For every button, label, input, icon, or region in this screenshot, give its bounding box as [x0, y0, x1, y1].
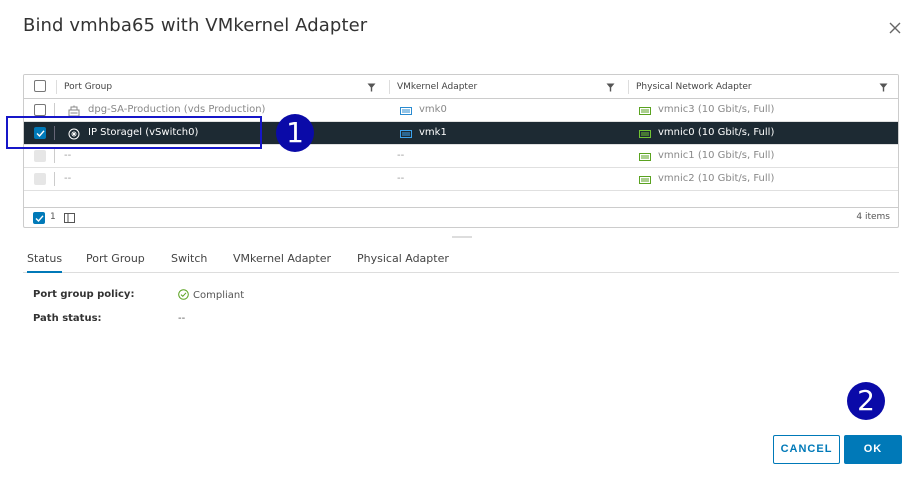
vmkernel-adapter-cell: vmk1 [419, 127, 447, 138]
vmkernel-adapter-icon [400, 104, 412, 116]
filter-icon[interactable] [367, 83, 376, 92]
tab-status[interactable]: Status [27, 252, 63, 273]
physical-nic-icon [639, 104, 651, 116]
physical-nic-icon [639, 150, 651, 162]
tab-switch[interactable]: Switch [171, 252, 207, 273]
column-separator [54, 103, 55, 117]
tab-port-group[interactable]: Port Group [86, 252, 145, 273]
compliant-check-icon [178, 289, 189, 300]
selection-indicator-checkbox[interactable] [33, 212, 45, 224]
port-group-policy-value: Compliant [178, 289, 244, 301]
filter-icon[interactable] [879, 83, 888, 92]
physical-adapter-cell: vmnic2 (10 Gbit/s, Full) [658, 173, 775, 184]
ok-button[interactable]: OK [844, 435, 902, 464]
column-separator[interactable] [389, 80, 390, 94]
close-icon[interactable] [884, 17, 906, 39]
path-status-value: -- [178, 313, 186, 324]
physical-adapter-cell: vmnic0 (10 Gbit/s, Full) [658, 127, 775, 138]
adapter-grid: Port Group VMkernel Adapter Physical Net… [23, 74, 899, 228]
cancel-button[interactable]: CANCEL [773, 435, 840, 464]
physical-nic-icon [639, 127, 651, 139]
compliance-status: Compliant [193, 290, 245, 301]
column-header-vmkernel-adapter[interactable]: VMkernel Adapter [397, 75, 477, 99]
column-toggle-icon[interactable] [64, 213, 75, 223]
column-header-physical-network-adapter[interactable]: Physical Network Adapter [636, 75, 752, 99]
column-separator [54, 149, 55, 163]
filter-icon[interactable] [606, 83, 615, 92]
column-separator[interactable] [628, 80, 629, 94]
close-button[interactable] [884, 17, 906, 39]
detail-tabs: Status Port Group Switch VMkernel Adapte… [23, 249, 899, 273]
vmkernel-adapter-icon [400, 127, 412, 139]
path-status-label: Path status: [33, 313, 102, 324]
item-count: 4 items [856, 212, 890, 222]
checkmark-icon [35, 215, 44, 223]
column-header-port-group[interactable]: Port Group [64, 75, 112, 99]
column-separator [56, 80, 57, 94]
column-separator [54, 172, 55, 186]
distributed-port-group-icon [68, 104, 80, 117]
dialog-title: Bind vmhba65 with VMkernel Adapter [23, 15, 368, 36]
vmkernel-adapter-cell: vmk0 [419, 104, 447, 115]
selection-highlight-box [6, 116, 262, 149]
step-callout-1: 1 [276, 114, 314, 152]
grid-header: Port Group VMkernel Adapter Physical Net… [24, 75, 898, 99]
row-checkbox [34, 150, 46, 162]
resize-handle[interactable] [452, 236, 472, 238]
table-row[interactable]: -- -- vmnic2 (10 Gbit/s, Full) [24, 168, 898, 191]
port-group-cell: -- [64, 173, 72, 184]
physical-adapter-cell: vmnic3 (10 Gbit/s, Full) [658, 104, 775, 115]
vmkernel-adapter-cell: -- [397, 173, 405, 184]
select-all-checkbox[interactable] [34, 80, 46, 92]
tab-vmkernel-adapter[interactable]: VMkernel Adapter [233, 252, 331, 273]
physical-nic-icon [639, 173, 651, 185]
physical-adapter-cell: vmnic1 (10 Gbit/s, Full) [658, 150, 775, 161]
step-callout-2: 2 [847, 382, 885, 420]
grid-footer: 1 4 items [24, 207, 898, 227]
row-checkbox [34, 173, 46, 185]
tab-physical-adapter[interactable]: Physical Adapter [357, 252, 449, 273]
port-group-policy-label: Port group policy: [33, 289, 135, 300]
selected-count: 1 [50, 212, 56, 222]
row-checkbox[interactable] [34, 104, 46, 116]
vmkernel-adapter-cell: -- [397, 150, 405, 161]
